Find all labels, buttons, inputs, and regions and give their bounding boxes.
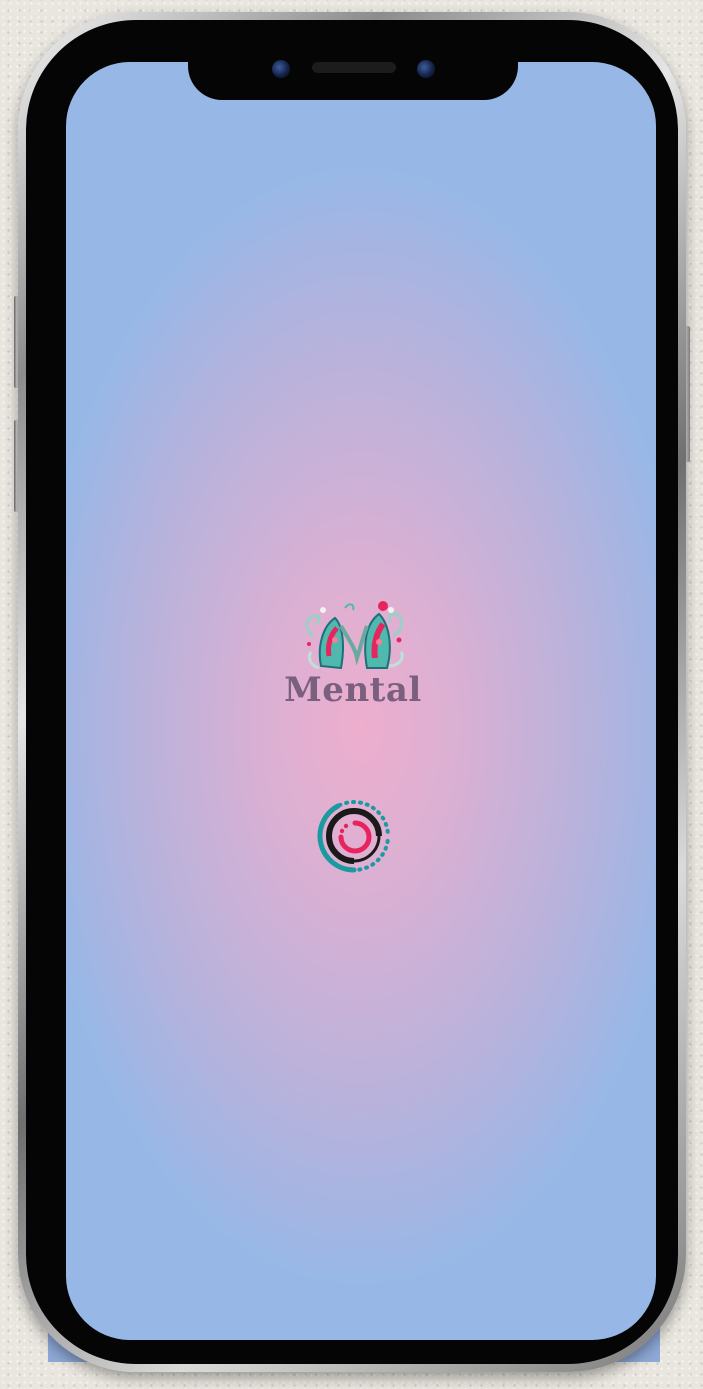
notch [188,54,518,100]
front-camera-icon [272,60,290,78]
loading-spinner-icon [317,800,390,873]
sensor-icon [417,60,435,78]
logo-wordmark: Mental [284,670,422,710]
earpiece-speaker [312,62,396,73]
mental-monogram-logo-icon [305,601,404,670]
app-logo: Mental [283,596,423,720]
